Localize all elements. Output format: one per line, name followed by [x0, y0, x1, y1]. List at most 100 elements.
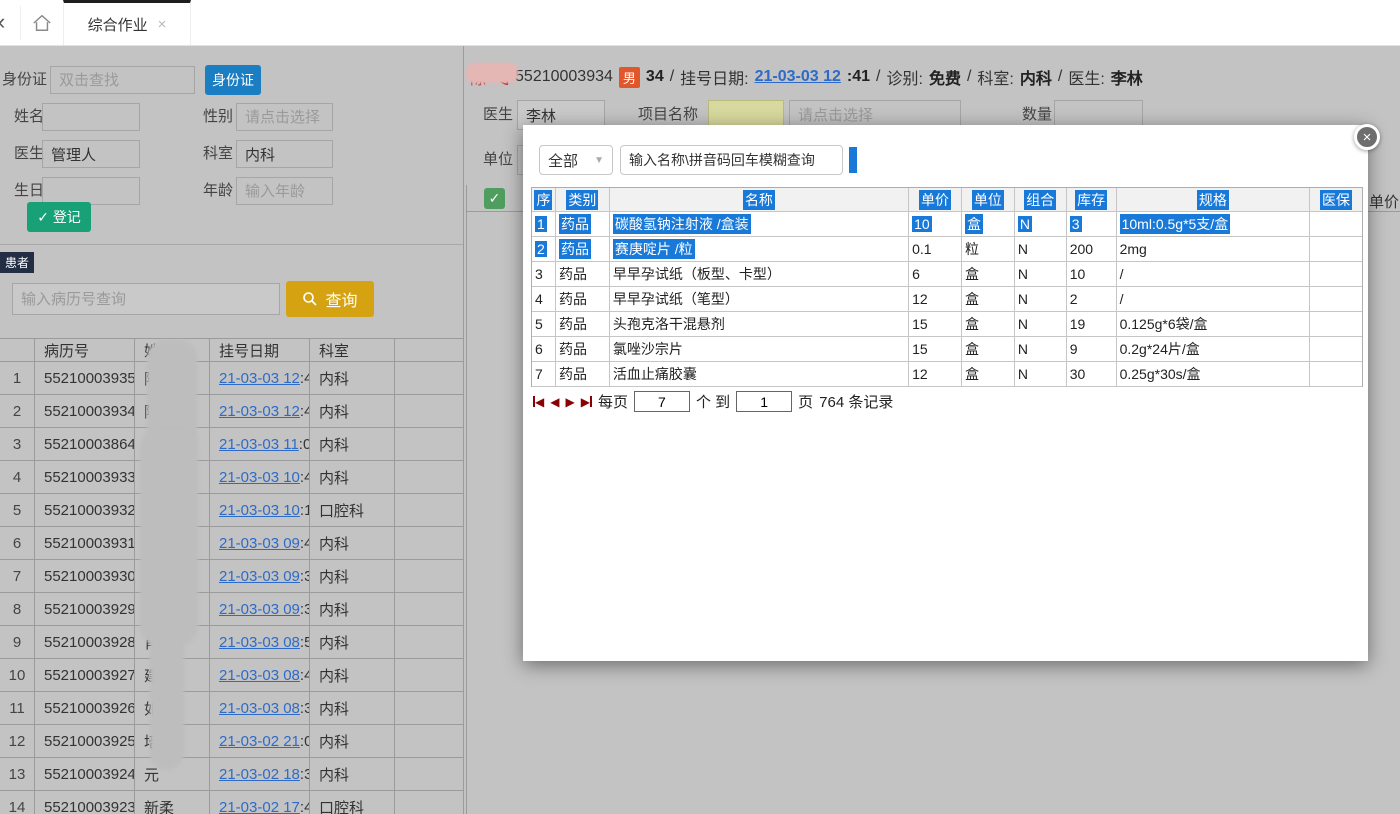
- drug-row[interactable]: 1药品碳酸氢钠注射液 /盒装10盒N310ml:0.5g*5支/盒: [532, 212, 1362, 237]
- row-index: 6: [0, 527, 35, 560]
- patient-row[interactable]: 455210003933高21-03-03 10:44内科: [0, 461, 464, 494]
- date-link[interactable]: 21-03-03 11: [219, 436, 299, 453]
- patient-row[interactable]: 255210003934陈21-03-03 12:41内科: [0, 395, 464, 428]
- drug-row[interactable]: 6药品氯唑沙宗片15盒N90.2g*24片/盒: [532, 337, 1362, 362]
- drug-row[interactable]: 7药品活血止痛胶囊12盒N300.25g*30s/盒: [532, 362, 1362, 387]
- date-link[interactable]: 21-03-03 12: [219, 370, 300, 387]
- date-link[interactable]: 21-03-03 09: [219, 568, 300, 585]
- date-link[interactable]: 21-03-03 08: [219, 700, 300, 717]
- row-index: 11: [0, 692, 35, 725]
- id-card-button[interactable]: 身份证: [205, 65, 261, 95]
- age-label: 年龄: [203, 177, 233, 205]
- drug-price-cell: 10: [909, 212, 962, 237]
- collapse-icon[interactable]: «: [0, 9, 5, 35]
- date-link[interactable]: 21-03-02 18: [219, 766, 300, 783]
- modal-close-button[interactable]: ×: [1354, 124, 1380, 150]
- tab-integrated-work[interactable]: 综合作业 ×: [63, 0, 191, 45]
- drug-type-cell: 药品: [556, 362, 610, 387]
- drug-name-cell: 碳酸氢钠注射液 /盒装: [610, 212, 909, 237]
- record-number-cell: 55210003926: [35, 692, 135, 725]
- search-label: 查询: [325, 287, 357, 311]
- category-dropdown[interactable]: 全部 ▼: [539, 145, 613, 175]
- patient-table-body: 155210003935陈21-03-03 12:45内科25521000393…: [0, 362, 464, 814]
- patient-row[interactable]: 555210003932余21-03-03 10:17口腔科: [0, 494, 464, 527]
- date-link[interactable]: 21-03-03 12: [219, 403, 300, 420]
- drug-type-cell: 药品: [556, 312, 610, 337]
- order-doctor-label: 医生: [483, 101, 513, 129]
- name-input[interactable]: [42, 103, 140, 131]
- row-index: 3: [0, 428, 35, 461]
- row-index: 14: [0, 791, 35, 814]
- register-button[interactable]: ✓ 登记: [27, 202, 91, 232]
- drug-row[interactable]: 5药品头孢克洛干混悬剂15盒N190.125g*6袋/盒: [532, 312, 1362, 337]
- home-button[interactable]: [20, 6, 62, 40]
- last-page-button[interactable]: ▶: [581, 395, 592, 409]
- first-page-button[interactable]: ◀: [533, 395, 544, 409]
- age-input[interactable]: [236, 177, 333, 205]
- tab-close-icon[interactable]: ×: [158, 16, 167, 33]
- row-index: 2: [0, 395, 35, 428]
- patient-row[interactable]: 1155210003926如21-03-03 08:31内科: [0, 692, 464, 725]
- date-link[interactable]: 21-03-03 08: [219, 667, 300, 684]
- patient-row[interactable]: 755210003930周21-03-03 09:37内科: [0, 560, 464, 593]
- dept-cell: 内科: [310, 692, 395, 725]
- drug-stock-cell: 3: [1067, 212, 1117, 237]
- per-page-input[interactable]: [634, 391, 690, 412]
- patient-row[interactable]: 355210003864余21-03-03 11:08内科: [0, 428, 464, 461]
- drug-stock-cell: 10: [1067, 262, 1117, 287]
- patient-row[interactable]: 1355210003924元21-03-02 18:34内科: [0, 758, 464, 791]
- date-link[interactable]: 21-03-03 10: [219, 502, 300, 519]
- date-link[interactable]: 21-03-03 09: [219, 535, 300, 552]
- date-link[interactable]: 21-03-02 17: [219, 799, 300, 814]
- patient-name-cell: 新柔: [135, 791, 210, 814]
- reg-date-link[interactable]: 21-03-03 12: [755, 68, 841, 86]
- row-index: 13: [0, 758, 35, 791]
- date-rest: :32: [300, 601, 310, 618]
- select-all-checkbox[interactable]: ✓: [484, 188, 505, 209]
- drug-row[interactable]: 4药品早早孕试纸（笔型）12盒N2/: [532, 287, 1362, 312]
- patient-row[interactable]: 1455210003923新柔21-03-02 17:49口腔科: [0, 791, 464, 814]
- search-button[interactable]: 查询: [286, 281, 374, 317]
- record-search-input[interactable]: [12, 283, 280, 315]
- redaction-overlay: [140, 430, 198, 645]
- dept-value2: 内科: [1020, 65, 1052, 89]
- date-link[interactable]: 21-03-03 10: [219, 469, 300, 486]
- gender-input[interactable]: [236, 103, 333, 131]
- col-price: 单价: [919, 190, 951, 210]
- drug-row[interactable]: 2药品赛庚啶片 /粒0.1粒N2002mg: [532, 237, 1362, 262]
- record-number-cell: 55210003933: [35, 461, 135, 494]
- drug-spec-cell: 2mg: [1117, 237, 1311, 262]
- date-link[interactable]: 21-03-03 09: [219, 601, 300, 618]
- doctor-label: 医生: [14, 140, 44, 168]
- drug-unit-cell: 盒: [962, 362, 1015, 387]
- row-index: 5: [0, 494, 35, 527]
- reg-date-cell: 21-03-02 21:04: [210, 725, 310, 758]
- id-card-input[interactable]: [50, 66, 195, 94]
- drug-insurance-cell: [1310, 337, 1362, 362]
- date-rest: :41: [300, 403, 310, 420]
- page-input[interactable]: [736, 391, 792, 412]
- redaction-overlay: [466, 63, 518, 83]
- birth-input[interactable]: [42, 177, 140, 205]
- patient-row[interactable]: 1255210003925培21-03-02 21:04内科: [0, 725, 464, 758]
- patient-info-bar: 陈 55210003934 男 34 / 挂号日期: 21-03-03 12:4…: [470, 64, 1390, 90]
- patient-row[interactable]: 155210003935陈21-03-03 12:45内科: [0, 362, 464, 395]
- drug-row[interactable]: 3药品早早孕试纸（板型、卡型）6盒N10/: [532, 262, 1362, 287]
- patient-row[interactable]: 1055210003927建21-03-03 08:41内科: [0, 659, 464, 692]
- modal-search-input[interactable]: [620, 145, 843, 175]
- reg-date-cell: 21-03-03 12:45: [210, 362, 310, 395]
- doctor-input[interactable]: [42, 140, 140, 168]
- date-link[interactable]: 21-03-02 21: [219, 733, 300, 750]
- patient-row[interactable]: 855210003929杨21-03-03 09:32内科: [0, 593, 464, 626]
- dept-input[interactable]: [236, 140, 333, 168]
- reg-date-cell: 21-03-03 09:41: [210, 527, 310, 560]
- prev-page-button[interactable]: ◀: [550, 395, 559, 409]
- patient-row[interactable]: 655210003931胡 文21-03-03 09:41内科: [0, 527, 464, 560]
- next-page-button[interactable]: ▶: [565, 395, 574, 409]
- date-link[interactable]: 21-03-03 08: [219, 634, 300, 651]
- drug-name-cell: 早早孕试纸（笔型）: [610, 287, 909, 312]
- text-cursor: [849, 147, 857, 173]
- divider: [0, 244, 464, 245]
- reg-date-cell: 21-03-03 09:32: [210, 593, 310, 626]
- patient-row[interactable]: 955210003928肖 晨21-03-03 08:55内科: [0, 626, 464, 659]
